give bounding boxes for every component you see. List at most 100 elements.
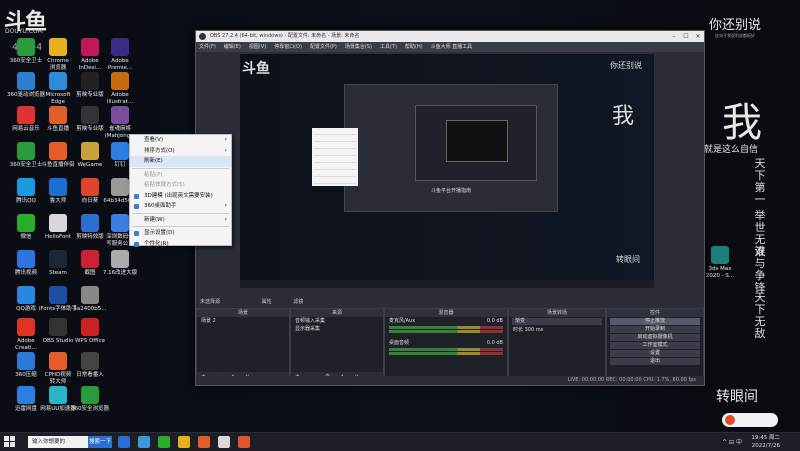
obs-menu-item[interactable]: 停靠窗口(D): [274, 44, 302, 50]
context-menu-item[interactable]: 360桌面助手 ›: [130, 201, 231, 212]
start-recording-button[interactable]: 开始录制: [610, 326, 700, 333]
properties-button[interactable]: 属性: [262, 299, 272, 305]
desktop-icon-label: 360安全浏览器: [71, 406, 109, 412]
taskbar-app-icon[interactable]: [158, 436, 170, 448]
app-icon: [17, 286, 35, 304]
desktop-icon[interactable]: Adobe Illustrat...: [100, 72, 140, 106]
transition-select[interactable]: 渐变: [512, 318, 602, 325]
desktop-icon-label: Adobe Illustrat...: [106, 92, 134, 105]
preview-screen: 斗鱼 斗鱼平台开播指南 你还别说 我 转眼间: [240, 54, 654, 288]
obs-menu-item[interactable]: 编辑(E): [224, 44, 241, 50]
desktop-icon[interactable]: 1a2400b5...: [70, 286, 110, 313]
obs-preview[interactable]: 斗鱼 斗鱼平台开播指南 你还别说 我 转眼间: [240, 54, 654, 288]
taskbar-app-icon[interactable]: [198, 436, 210, 448]
app-icon: [49, 142, 67, 160]
obs-menu-item[interactable]: 工具(T): [380, 44, 397, 50]
app-icon: [49, 106, 67, 124]
app-icon: [17, 352, 35, 370]
chevron-right-icon: ›: [224, 136, 227, 143]
app-icon: [49, 352, 67, 370]
volume-slider[interactable]: [389, 352, 503, 355]
wallpaper-top-small: 这句子我说别说都挺好: [715, 33, 755, 38]
preview-taskbar: [240, 280, 654, 288]
desktop-icon[interactable]: WPS Office: [70, 318, 110, 345]
context-menu-item[interactable]: 显示设置(D): [130, 228, 231, 239]
app-icon: [17, 386, 35, 404]
obs-menu-item[interactable]: 帮助(H): [405, 44, 423, 50]
context-menu-label: 3D建模 (出现英文需要安装): [144, 192, 213, 199]
taskbar-app-icon[interactable]: [218, 436, 230, 448]
desktop-icon[interactable]: 7.16改进大版: [100, 250, 140, 277]
wallpaper-col-3: 谁与争锋: [754, 245, 766, 294]
menu-item-icon: [134, 204, 139, 209]
stop-streaming-button[interactable]: 停止推流: [610, 318, 700, 325]
context-menu-label: 个性化(R): [144, 240, 169, 247]
desktop-icon[interactable]: 3ds Max 2020 - S...: [700, 246, 740, 280]
app-icon: [49, 178, 67, 196]
minimize-icon[interactable]: –: [668, 31, 680, 42]
douyu-icon: [725, 415, 735, 425]
desktop-icon[interactable]: 日常看番入: [70, 352, 110, 379]
app-icon: [17, 214, 35, 232]
studio-mode-button[interactable]: 工作室模式: [610, 342, 700, 349]
obs-menubar: 文件(F) 编辑(E) 视图(V) 停靠窗口(D) 配置文件(P) 场景集合(S) 工具(T…: [196, 42, 704, 52]
context-menu-item[interactable]: 刷新(E): [130, 156, 231, 167]
taskbar-app-icon[interactable]: [238, 436, 250, 448]
duration-input[interactable]: 300 ms: [525, 327, 544, 333]
chevron-right-icon: ›: [224, 146, 227, 154]
scenes-title: 场景: [197, 309, 289, 317]
app-icon: [81, 38, 99, 56]
app-icon: [17, 178, 35, 196]
taskbar: 输入你想要的 搜索一下 ^ ⊟ 中 19:45 周二 2022/7/26: [0, 432, 800, 451]
desktop-icon[interactable]: 360安全浏览器: [70, 386, 110, 413]
desktop-icon-label: 1a2400b5...: [73, 306, 107, 312]
windows-start-icon[interactable]: [4, 436, 16, 448]
taskbar-app-icon[interactable]: [118, 436, 130, 448]
filters-button[interactable]: 滤镜: [293, 299, 303, 305]
obs-menu-item[interactable]: 视图(V): [249, 44, 266, 50]
duration-label: 时长: [513, 327, 524, 333]
maximize-icon[interactable]: ☐: [680, 31, 692, 42]
obs-menu-item[interactable]: 配置文件(P): [310, 44, 337, 50]
desktop-icon-label: 7.16改进大版: [102, 270, 138, 276]
app-icon: [17, 106, 35, 124]
system-tray[interactable]: ^ ⊟ 中: [722, 437, 742, 446]
obs-titlebar[interactable]: OBS 27.2.4 (64-bit, windows) - 配置文件: 未命名…: [196, 31, 704, 42]
obs-menu-item[interactable]: 文件(F): [199, 44, 216, 50]
channel-db: 0.0 dB: [486, 340, 503, 346]
app-icon: [49, 72, 67, 90]
context-menu-item[interactable]: 排序方式(O) ›: [130, 146, 231, 157]
wallpaper-bottom-text: 转眼间: [716, 389, 758, 405]
exit-button[interactable]: 退出: [610, 358, 700, 365]
desktop-icon[interactable]: Adobe Premie...: [100, 38, 140, 72]
obs-menu-item[interactable]: 场景集合(S): [345, 44, 372, 50]
desktop-context-menu[interactable]: 查看(V) › 排序方式(O) › 刷新(E) 粘贴(P) 粘贴快捷方式(S) 3D建模 (出…: [129, 134, 232, 247]
volume-slider[interactable]: [389, 330, 503, 333]
obs-window[interactable]: OBS 27.2.4 (64-bit, windows) - 配置文件: 未命名…: [195, 30, 705, 386]
settings-button[interactable]: 设置: [610, 350, 700, 357]
scene-item[interactable]: 场景 2: [197, 317, 289, 325]
context-menu-item[interactable]: 个性化(R): [130, 239, 231, 250]
chevron-right-icon: ›: [224, 202, 227, 209]
virtual-camera-button[interactable]: 启动虚拟摄像机: [610, 334, 700, 341]
search-button[interactable]: 搜索一下: [88, 436, 112, 448]
context-menu-label: 360桌面助手: [144, 203, 177, 209]
source-item[interactable]: 显示器采集: [291, 325, 383, 333]
wallpaper-col-4: 天下无敌: [754, 291, 766, 340]
obs-menu-item[interactable]: 斗鱼大师 直播工具: [431, 44, 473, 50]
volume-meter: [389, 326, 503, 329]
close-icon[interactable]: ✕: [692, 31, 704, 42]
danmu-widget[interactable]: [722, 413, 778, 427]
app-icon: [111, 142, 129, 160]
context-menu-item[interactable]: 查看(V) ›: [130, 135, 231, 146]
context-menu-item[interactable]: 粘贴快捷方式(S): [130, 180, 231, 191]
taskbar-app-icon[interactable]: [138, 436, 150, 448]
taskbar-app-icon[interactable]: [178, 436, 190, 448]
preview-corner-text: 转眼间: [616, 255, 640, 264]
source-item[interactable]: 音频输入采集: [291, 317, 383, 325]
taskbar-clock[interactable]: 19:45 周二 2022/7/26: [751, 434, 780, 450]
context-menu-item[interactable]: 粘贴(P): [130, 170, 231, 181]
wallpaper-mid-text: 就是这么自信: [704, 145, 759, 155]
context-menu-item[interactable]: 新建(W) ›: [130, 215, 231, 226]
context-menu-item[interactable]: 3D建模 (出现英文需要安装): [130, 191, 231, 202]
